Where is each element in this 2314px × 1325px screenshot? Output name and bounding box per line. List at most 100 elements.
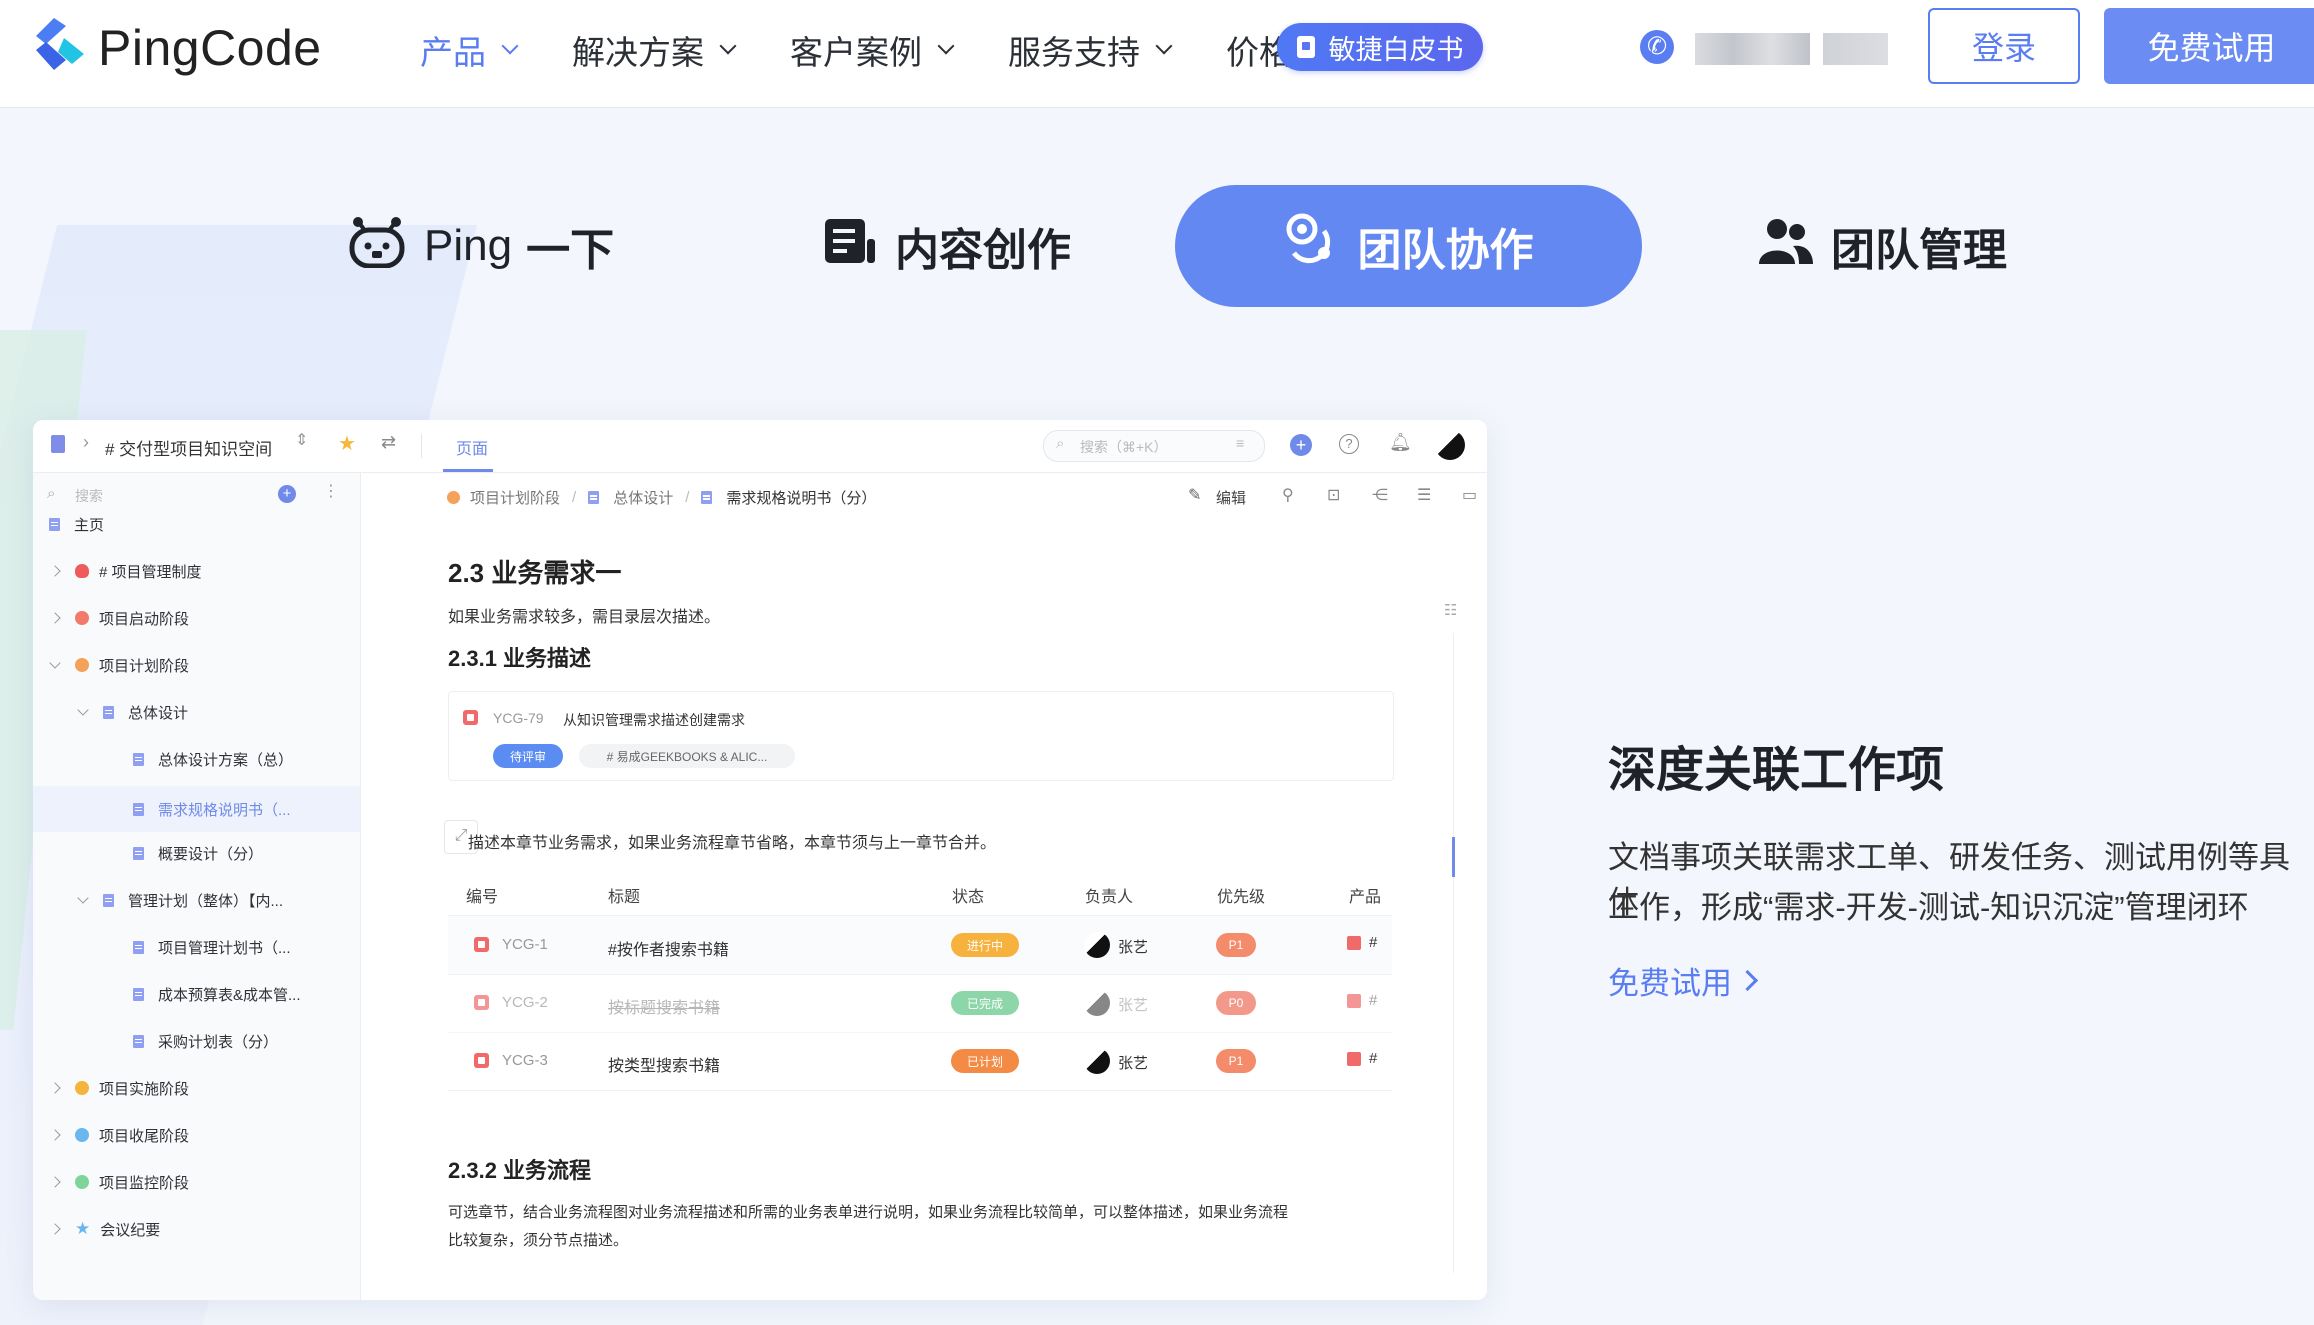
tab-team-collaboration[interactable]: 团队协作 <box>1175 185 1642 307</box>
row-title[interactable]: 按类型搜索书籍 <box>608 1052 720 1076</box>
free-trial-button[interactable]: 免费试用 <box>2104 8 2314 84</box>
chevron-right-icon[interactable] <box>49 1129 61 1141</box>
page-icon <box>133 846 144 860</box>
column-header: 编号 <box>466 889 499 906</box>
breadcrumb-item[interactable]: 总体设计 <box>613 487 673 508</box>
sidebar-item-overall-design[interactable]: 总体设计 <box>77 697 188 727</box>
nav-item-products[interactable]: 产品 <box>420 26 519 74</box>
table-row[interactable]: YCG-2 按标题搜索书籍 已完成 张艺 P0 # <box>448 974 1392 1033</box>
row-owner: 张艺 <box>1118 939 1149 956</box>
sidebar-item-closing[interactable]: 项目收尾阶段 <box>49 1120 189 1150</box>
chevron-down-icon[interactable] <box>49 657 61 669</box>
product-icon <box>1347 994 1361 1008</box>
work-item-title[interactable]: 从知识管理需求描述创建需求 <box>563 710 745 730</box>
sidebar-item-policy[interactable]: # 项目管理制度 <box>49 556 202 586</box>
chevron-right-icon[interactable] <box>49 612 61 624</box>
share-icon[interactable]: ⋲ <box>1372 485 1388 505</box>
tab-content-creation[interactable]: 内容创作 <box>823 185 1083 307</box>
tag-badge: # 易成GEEKBOOKS & ALIC... <box>579 744 795 768</box>
sidebar-item-management-plan[interactable]: 管理计划（整体）【内... <box>77 885 283 915</box>
feature-description: 工作，形成“需求-开发-测试-知识沉淀”管理闭环 <box>1608 890 2249 925</box>
filter-icon[interactable]: ≡ <box>1236 435 1244 451</box>
sidebar-item-label: 采购计划表（分） <box>158 1033 279 1051</box>
tab-ping[interactable]: Ping 一下 <box>348 185 618 307</box>
free-trial-link[interactable]: 免费试用 <box>1608 958 1759 1003</box>
top-navigation: PingCode 产品 解决方案 客户案例 服务支持 价格 敏捷白皮书 登录 免… <box>0 0 2314 108</box>
users-icon <box>1757 216 1813 277</box>
sidebar-item-requirements-spec[interactable]: 需求规格说明书（... <box>33 786 360 832</box>
table-row[interactable]: YCG-1 #按作者搜索书籍 进行中 张艺 P1 # <box>448 916 1392 975</box>
tab-pages[interactable]: 页面 <box>456 435 488 459</box>
outline-icon[interactable]: ☰ <box>1417 485 1431 505</box>
work-item-card[interactable]: YCG-79 从知识管理需求描述创建需求 待评审 # 易成GEEKBOOKS &… <box>448 691 1394 781</box>
column-header: 产品 <box>1349 889 1382 906</box>
breadcrumb-item[interactable]: 项目计划阶段 <box>470 487 560 508</box>
nav-item-cases[interactable]: 客户案例 <box>790 26 955 74</box>
comment-icon[interactable]: ▭ <box>1462 485 1477 505</box>
star-icon: ★ <box>75 1219 91 1238</box>
search-input[interactable]: ⌕ 搜索（⌘+K） ≡ <box>1043 430 1265 462</box>
requirement-icon <box>463 710 478 725</box>
sidebar-item-home[interactable]: 主页 <box>49 509 104 539</box>
phone-icon[interactable] <box>1640 30 1674 64</box>
nav-item-solutions[interactable]: 解决方案 <box>572 26 737 74</box>
help-icon[interactable]: ? <box>1339 434 1359 454</box>
robot-icon <box>348 214 406 279</box>
scroll-thumb[interactable] <box>1452 837 1455 877</box>
row-title[interactable]: 按标题搜索书籍 <box>608 994 720 1018</box>
table-row[interactable]: YCG-3 按类型搜索书籍 已计划 张艺 P1 # <box>448 1032 1392 1091</box>
search-icon: ⌕ <box>1056 435 1065 452</box>
chevron-right-icon: › <box>83 432 89 452</box>
sidebar-item-label: 项目监控阶段 <box>99 1174 190 1192</box>
more-icon[interactable]: ⋮ <box>323 481 339 501</box>
login-button[interactable]: 登录 <box>1928 8 2080 84</box>
sidebar-item-cost-budget[interactable]: 成本预算表&成本管... <box>133 979 301 1009</box>
breadcrumb-separator: / <box>685 489 690 506</box>
present-icon[interactable]: ⊡ <box>1327 485 1340 505</box>
sidebar-item-procurement[interactable]: 采购计划表（分） <box>133 1026 278 1056</box>
switch-space-icon[interactable]: ⇕ <box>295 430 308 450</box>
swap-icon[interactable]: ⇄ <box>381 432 396 453</box>
add-icon[interactable]: + <box>1290 434 1312 456</box>
chevron-right-icon[interactable] <box>49 1082 61 1094</box>
breadcrumb-item[interactable]: 需求规格说明书（分） <box>726 487 876 508</box>
sidebar-item-design-plan[interactable]: 总体设计方案（总） <box>133 744 293 774</box>
paragraph: 可选章节，结合业务流程图对业务流程描述和所需的业务表单进行说明，如果业务流程比较… <box>448 1204 1289 1221</box>
chevron-right-icon[interactable] <box>49 1223 61 1235</box>
sidebar-item-meetings[interactable]: ★ 会议纪要 <box>49 1214 160 1244</box>
pin-icon[interactable]: ⚲ <box>1282 485 1294 505</box>
edit-button[interactable]: 编辑 <box>1216 487 1246 508</box>
bell-icon[interactable]: 🔔︎ <box>1389 432 1412 453</box>
phase-icon <box>75 1175 89 1189</box>
column-header: 状态 <box>952 889 985 906</box>
whitepaper-button[interactable]: 敏捷白皮书 <box>1277 23 1483 71</box>
logo[interactable]: PingCode <box>32 16 322 80</box>
toc-icon[interactable]: ☷ <box>1444 601 1457 619</box>
chevron-right-icon[interactable] <box>49 1176 61 1188</box>
space-title[interactable]: # 交付型项目知识空间 <box>105 435 272 460</box>
sidebar-search-input[interactable]: 搜索 <box>75 486 103 506</box>
sidebar-item-planning[interactable]: 项目计划阶段 <box>49 650 190 680</box>
sidebar-item-outline-design[interactable]: 概要设计（分） <box>133 838 263 868</box>
chevron-down-icon <box>937 37 955 55</box>
tab-team-management[interactable]: 团队管理 <box>1757 185 2017 307</box>
sidebar-item-execution[interactable]: 项目实施阶段 <box>49 1073 189 1103</box>
row-product: # <box>1369 934 1378 951</box>
chevron-down-icon[interactable] <box>77 704 89 716</box>
add-page-icon[interactable]: + <box>278 485 296 503</box>
edit-icon[interactable]: ✎ <box>1188 485 1201 505</box>
sidebar-item-pm-plan[interactable]: 项目管理计划书（... <box>133 932 291 962</box>
chevron-down-icon[interactable] <box>77 892 89 904</box>
star-icon[interactable]: ★ <box>338 431 356 456</box>
nav-item-support[interactable]: 服务支持 <box>1008 26 1173 74</box>
user-avatar[interactable] <box>1435 430 1465 460</box>
sidebar-item-label: 项目计划阶段 <box>99 657 190 675</box>
sidebar-item-initiation[interactable]: 项目启动阶段 <box>49 603 189 633</box>
requirement-icon <box>474 1053 489 1068</box>
heart-icon <box>75 564 89 578</box>
work-item-id: YCG-79 <box>493 710 544 726</box>
chevron-right-icon[interactable] <box>49 565 61 577</box>
row-title[interactable]: #按作者搜索书籍 <box>608 936 729 960</box>
sidebar-item-monitoring[interactable]: 项目监控阶段 <box>49 1167 190 1197</box>
sidebar-item-label: # 项目管理制度 <box>99 563 202 581</box>
